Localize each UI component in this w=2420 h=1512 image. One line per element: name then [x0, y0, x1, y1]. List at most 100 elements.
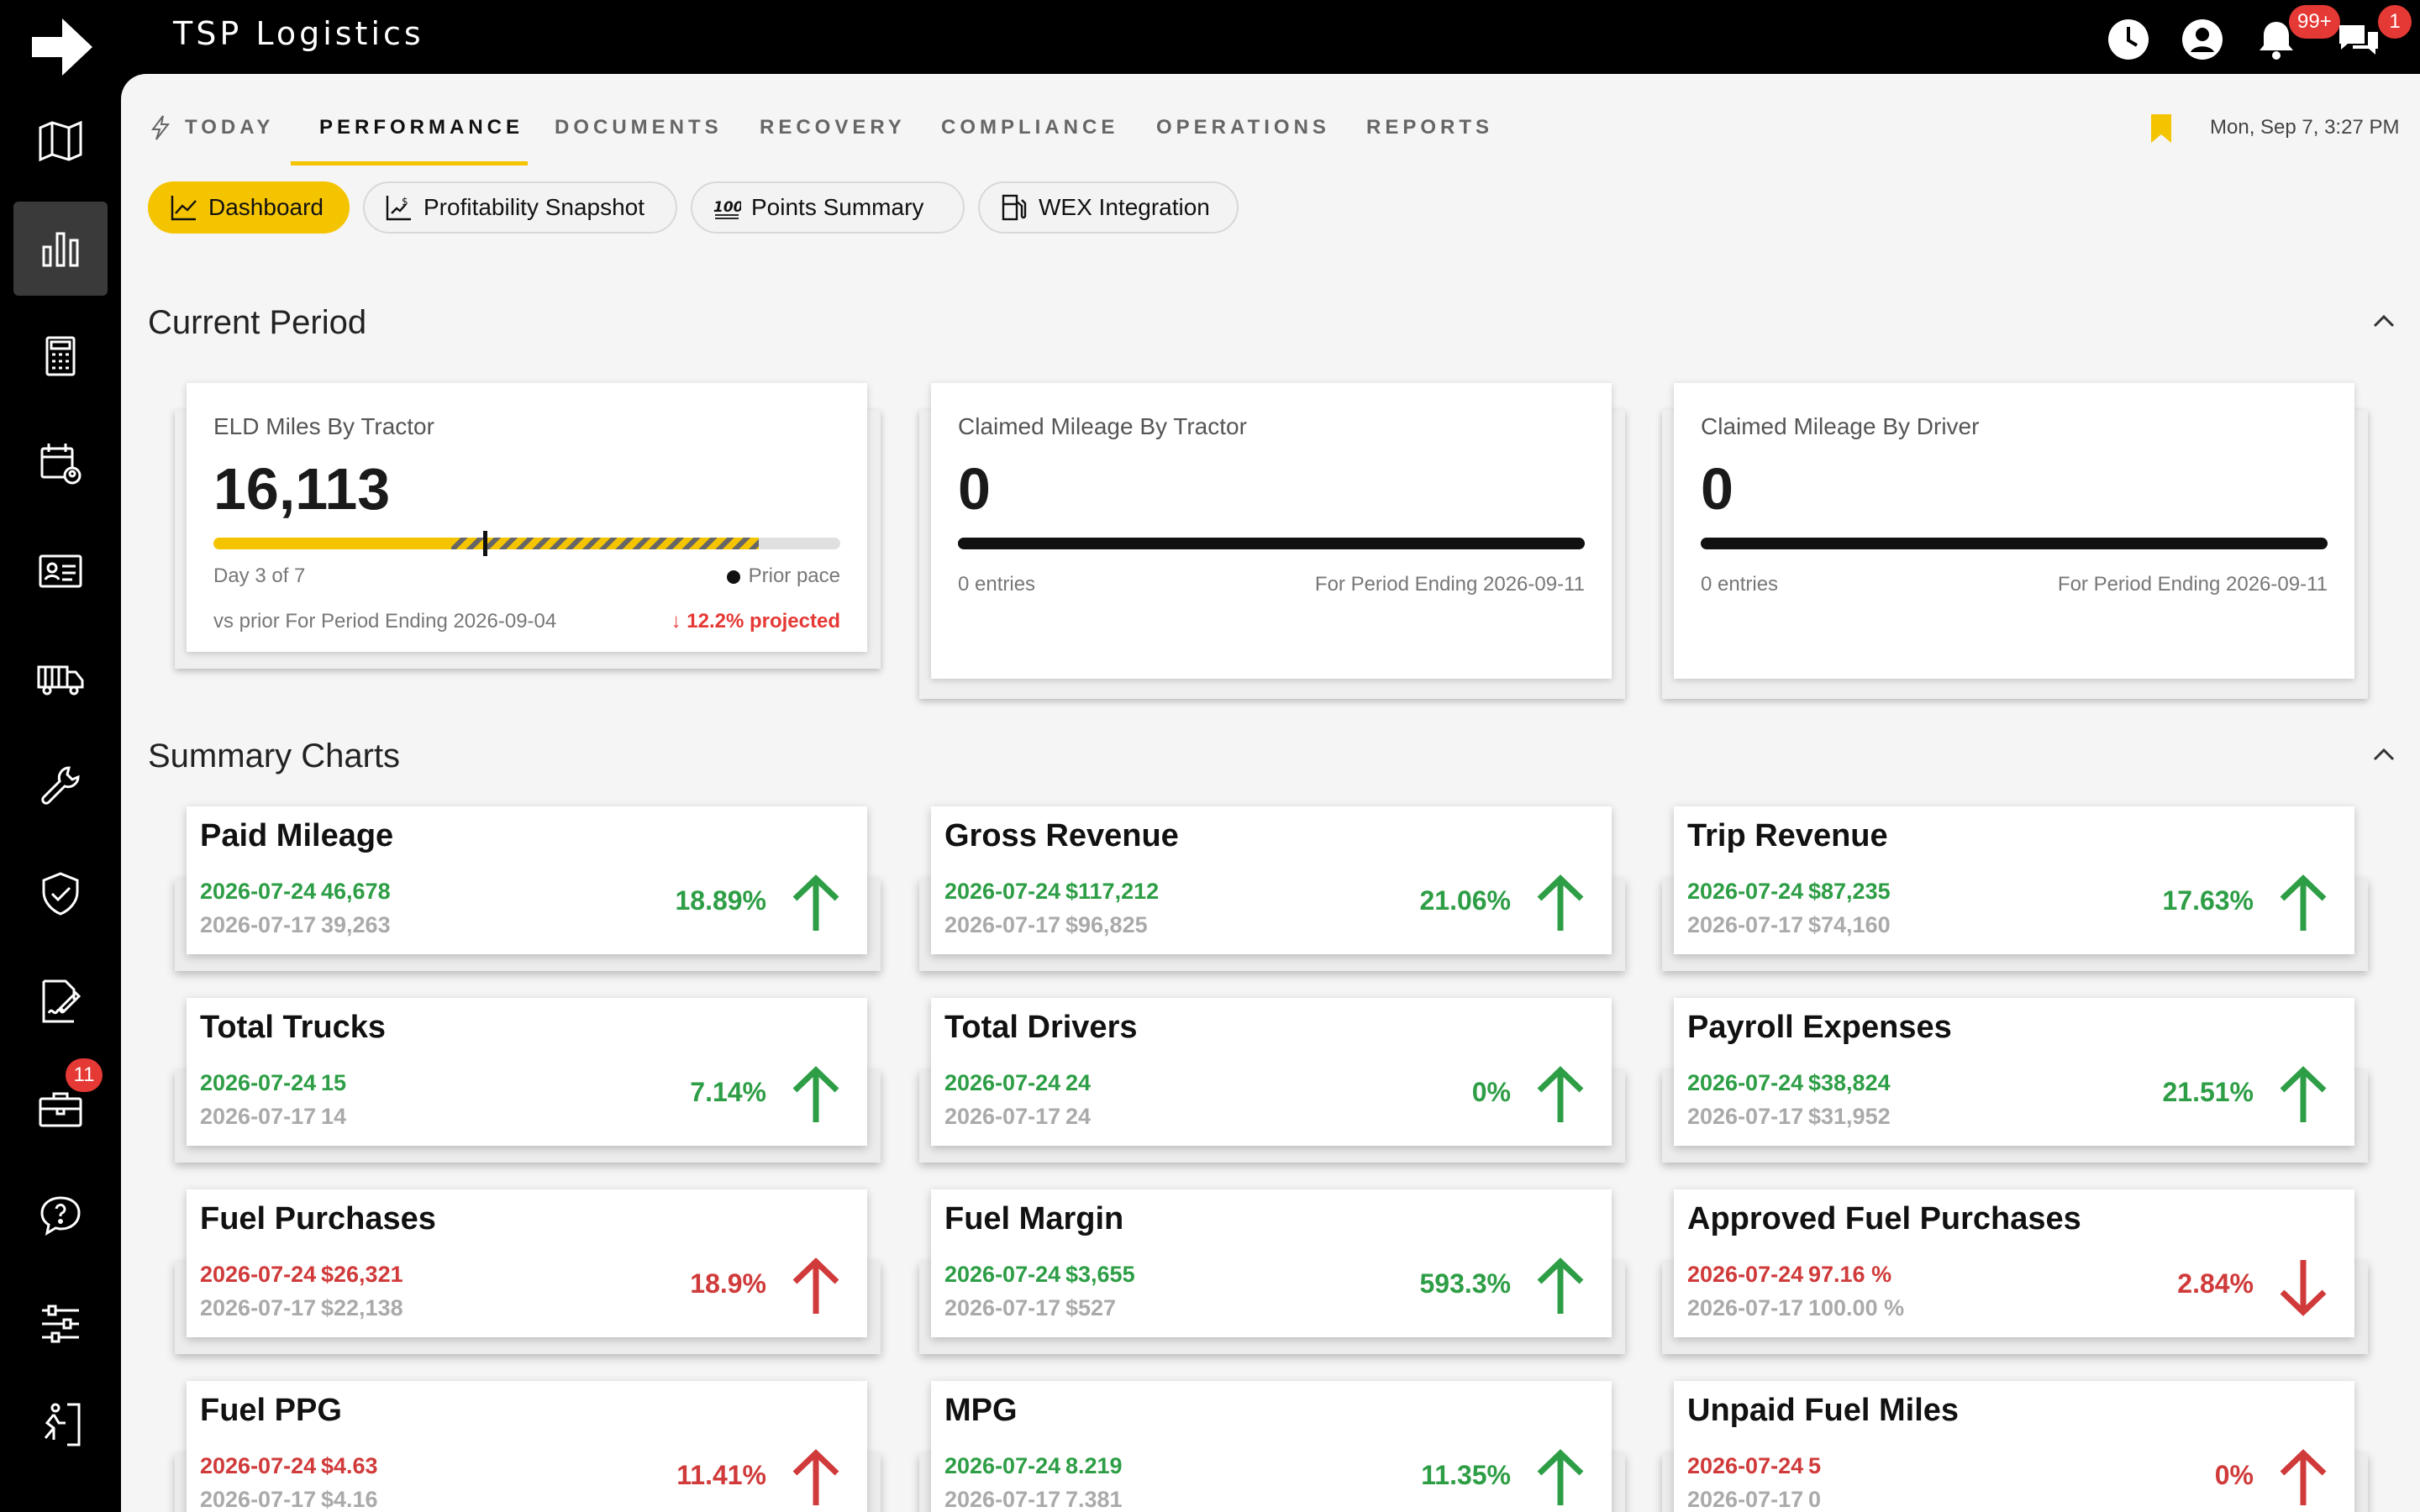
id-card-icon	[39, 554, 82, 588]
sidebar-item-trucks[interactable]	[13, 632, 108, 726]
current-value: $117,212	[1065, 879, 1160, 904]
previous-date: 2026-07-17	[1687, 1104, 1804, 1129]
summary-card-payroll-expenses[interactable]: Payroll Expenses 2026-07-24 $38,824 2026-07…	[1674, 998, 2354, 1146]
entries-count: 0 entries	[1701, 573, 1779, 596]
tab-performance[interactable]: PERFORMANCE	[319, 116, 523, 139]
arrow-up-icon	[792, 1449, 839, 1505]
messages-badge: 1	[2378, 5, 2412, 39]
previous-value: 24	[1065, 1104, 1092, 1129]
sidebar-item-jobs[interactable]: 11	[13, 1058, 108, 1156]
previous-period-row: 2026-07-17 $74,160	[1687, 912, 1891, 938]
previous-period-row: 2026-07-17 $527	[944, 1295, 1116, 1321]
sidebar-item-drivers[interactable]	[13, 524, 108, 618]
previous-value: 14	[321, 1104, 347, 1129]
notifications-badge: 99+	[2289, 5, 2340, 39]
sidebar-item-safety[interactable]	[13, 847, 108, 941]
signature-icon	[42, 979, 82, 1023]
previous-value: $4.16	[321, 1487, 378, 1512]
sidebar-item-support[interactable]	[13, 1169, 108, 1263]
current-date: 2026-07-24	[200, 1262, 317, 1287]
current-date: 2026-07-24	[944, 879, 1061, 904]
previous-date: 2026-07-17	[200, 1295, 317, 1320]
pill-wex-integration[interactable]: WEX Integration	[978, 181, 1239, 234]
previous-period-row: 2026-07-17 $4.16	[200, 1487, 378, 1512]
chat-icon[interactable]	[2336, 17, 2381, 62]
pill-points-summary[interactable]: 100 Points Summary	[691, 181, 965, 234]
current-value: $87,235	[1808, 879, 1891, 904]
arrow-right-logo-icon[interactable]	[29, 15, 96, 79]
entries-count: 0 entries	[958, 573, 1036, 596]
summary-card-total-drivers[interactable]: Total Drivers 2026-07-24 24 2026-07-17 24 0%	[931, 998, 1612, 1146]
tab-reports[interactable]: REPORTS	[1366, 116, 1493, 139]
summary-card-unpaid-fuel-miles[interactable]: Unpaid Fuel Miles 2026-07-24 5 2026-07-17 0 0…	[1674, 1381, 2354, 1512]
summary-card-title: MPG	[944, 1393, 1018, 1428]
jobs-count-badge: 11	[66, 1058, 103, 1092]
sidebar-item-logout[interactable]	[13, 1378, 108, 1472]
percent-change: 17.63%	[2162, 885, 2254, 916]
current-date: 2026-07-24	[1687, 1262, 1804, 1287]
previous-value: $96,825	[1065, 912, 1148, 937]
claimed-tractor-card[interactable]: Claimed Mileage By Tractor 0 0 entries F…	[931, 383, 1612, 679]
sidebar-item-schedule[interactable]	[13, 417, 108, 511]
summary-card-mpg[interactable]: MPG 2026-07-24 8.219 2026-07-17 7.381 11.35%	[931, 1381, 1612, 1512]
current-date: 2026-07-24	[944, 1070, 1061, 1095]
progress-fill	[213, 538, 452, 549]
account-icon[interactable]	[2180, 17, 2225, 62]
section-title-summary-charts: Summary Charts	[148, 738, 401, 774]
chevron-up-icon[interactable]	[2371, 746, 2396, 763]
projected-change: ↓ 12.2% projected	[671, 610, 840, 633]
summary-card-paid-mileage[interactable]: Paid Mileage 2026-07-24 46,678 2026-07-17 39…	[187, 806, 867, 954]
clock-icon[interactable]	[2106, 17, 2151, 62]
current-period-row: 2026-07-24 8.219	[944, 1453, 1123, 1479]
pill-label: Points Summary	[751, 194, 924, 220]
summary-card-fuel-ppg[interactable]: Fuel PPG 2026-07-24 $4.63 2026-07-17 $4.16 11…	[187, 1381, 867, 1512]
arrow-up-icon	[1537, 874, 1584, 931]
arrow-up-icon	[792, 874, 839, 931]
hundred-points-icon: 100	[713, 199, 741, 219]
previous-value: $527	[1065, 1295, 1117, 1320]
arrow-down-icon	[2280, 1260, 2327, 1316]
previous-period-row: 2026-07-17 $31,952	[1687, 1104, 1891, 1130]
tab-operations[interactable]: OPERATIONS	[1156, 116, 1330, 139]
claimed-driver-bar	[1701, 538, 2328, 549]
active-tab-indicator	[291, 161, 528, 165]
summary-card-total-trucks[interactable]: Total Trucks 2026-07-24 15 2026-07-17 14 7.14…	[187, 998, 867, 1146]
tab-compliance[interactable]: COMPLIANCE	[941, 116, 1118, 139]
sidebar-item-settings[interactable]	[13, 1277, 108, 1371]
pill-profitability-snapshot[interactable]: $ Profitability Snapshot	[363, 181, 677, 234]
sidebar-item-calculator[interactable]	[13, 309, 108, 403]
tab-recovery[interactable]: RECOVERY	[760, 116, 906, 139]
bar-chart-icon	[42, 232, 79, 267]
percent-change: 2.84%	[2177, 1268, 2254, 1299]
claimed-driver-card[interactable]: Claimed Mileage By Driver 0 0 entries Fo…	[1674, 383, 2354, 679]
summary-card-gross-revenue[interactable]: Gross Revenue 2026-07-24 $117,212 2026-07-1…	[931, 806, 1612, 954]
eld-miles-card[interactable]: ELD Miles By Tractor 16,113 Day 3 of 7 P…	[187, 383, 867, 652]
previous-period-row: 2026-07-17 $22,138	[200, 1295, 403, 1321]
summary-card-fuel-margin[interactable]: Fuel Margin 2026-07-24 $3,655 2026-07-17 $52…	[931, 1189, 1612, 1337]
current-date: 2026-07-24	[1687, 879, 1804, 904]
tab-documents[interactable]: DOCUMENTS	[555, 116, 723, 139]
card-label: Claimed Mileage By Driver	[1701, 413, 1980, 439]
previous-date: 2026-07-17	[944, 1487, 1061, 1512]
wrench-icon	[41, 766, 80, 805]
current-date: 2026-07-24	[944, 1453, 1061, 1478]
shield-check-icon	[42, 872, 79, 916]
current-value: $3,655	[1065, 1262, 1135, 1287]
sidebar-item-map[interactable]	[13, 94, 108, 188]
previous-period-row: 2026-07-17 0	[1687, 1487, 1821, 1512]
arrow-up-icon	[1537, 1066, 1584, 1122]
current-datetime: Mon, Sep 7, 3:27 PM	[2210, 116, 2400, 139]
tab-today[interactable]: TODAY	[185, 116, 274, 139]
sidebar-item-performance[interactable]	[13, 202, 108, 296]
chevron-up-icon[interactable]	[2371, 312, 2396, 329]
eld-progress-bar	[213, 538, 840, 549]
current-date: 2026-07-24	[200, 1453, 317, 1478]
sidebar-item-maintenance[interactable]	[13, 739, 108, 833]
sidebar-item-documents[interactable]	[13, 954, 108, 1048]
pill-dashboard[interactable]: Dashboard	[148, 181, 350, 234]
summary-card-trip-revenue[interactable]: Trip Revenue 2026-07-24 $87,235 2026-07-17 $…	[1674, 806, 2354, 954]
bookmark-icon[interactable]	[2149, 114, 2173, 143]
summary-card-approved-fuel-purchases[interactable]: Approved Fuel Purchases 2026-07-24 97.16 %…	[1674, 1189, 2354, 1337]
arrow-up-icon	[2280, 1066, 2327, 1122]
summary-card-fuel-purchases[interactable]: Fuel Purchases 2026-07-24 $26,321 2026-07-1…	[187, 1189, 867, 1337]
